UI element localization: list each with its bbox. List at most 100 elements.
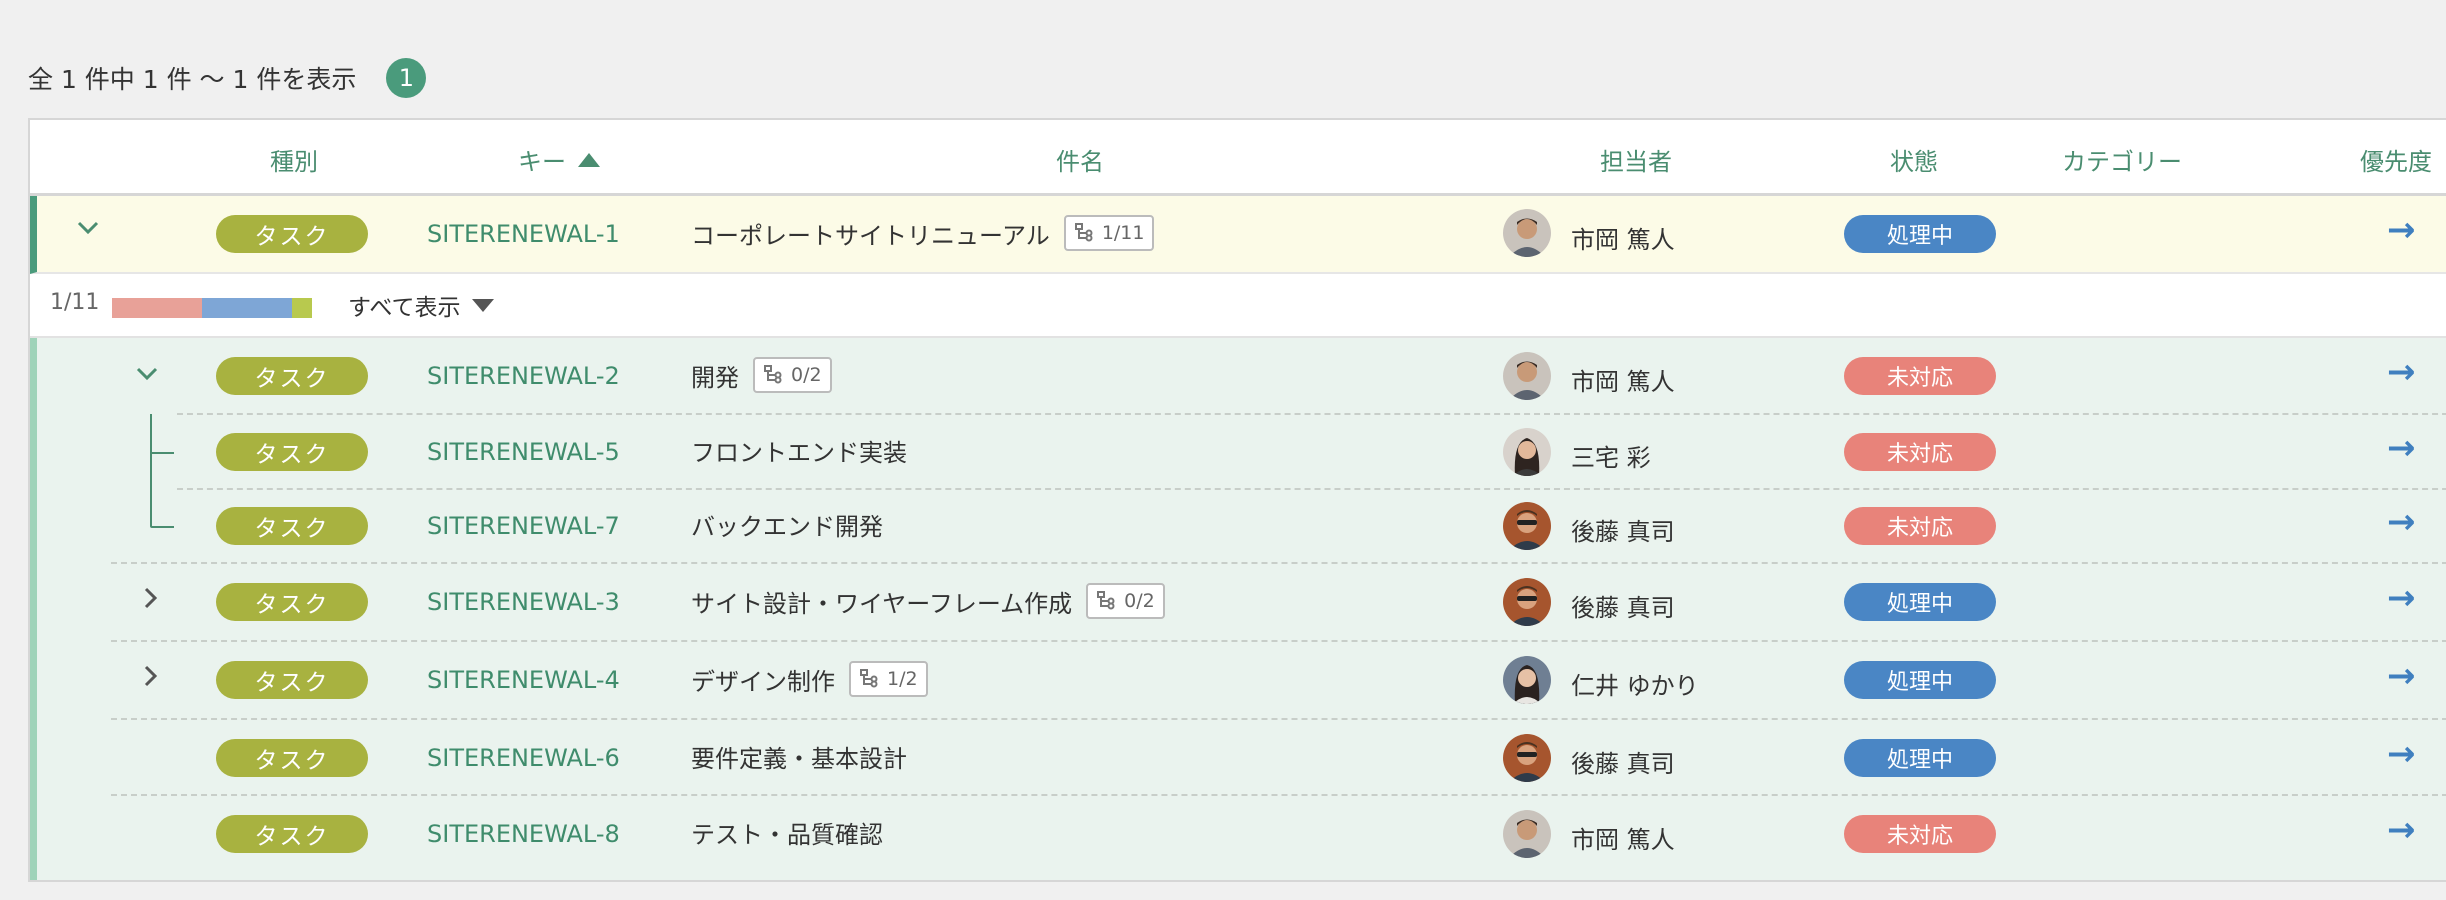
column-type[interactable]: 種別 — [270, 142, 318, 177]
chevron-down-icon[interactable] — [75, 214, 101, 247]
status-badge: 未対応 — [1844, 507, 1996, 545]
avatar — [1503, 352, 1551, 400]
subtask-count-chip[interactable]: 0/2 — [753, 357, 832, 393]
issue-subject-text: バックエンド開発 — [691, 513, 883, 541]
arrow-right-icon[interactable]: → — [2387, 428, 2416, 468]
issue-key-link[interactable]: SITERENEWAL-4 — [427, 666, 620, 694]
child-issue-row[interactable]: タスク SITERENEWAL-8 テスト・品質確認 市岡 篤人 未対応 → — [37, 796, 2446, 872]
issue-key-link[interactable]: SITERENEWAL-8 — [427, 820, 620, 848]
subtask-tree-icon — [860, 669, 878, 688]
column-status[interactable]: 状態 — [1890, 142, 1938, 177]
issue-subject[interactable]: バックエンド開発 — [691, 507, 883, 542]
status-badge: 処理中 — [1844, 739, 1996, 777]
assignee-name: 後藤 真司 — [1571, 518, 1675, 546]
issue-subject[interactable]: テスト・品質確認 — [691, 815, 883, 850]
table-header: 種別 キー 件名 担当者 状態 カテゴリー 優先度 — [30, 120, 2446, 196]
issue-type-badge: タスク — [216, 739, 368, 777]
issue-key-link[interactable]: SITERENEWAL-3 — [427, 588, 620, 616]
chevron-right-icon[interactable] — [137, 584, 163, 619]
status-badge: 未対応 — [1844, 433, 1996, 471]
status-badge: 処理中 — [1844, 215, 1996, 253]
arrow-right-icon[interactable]: → — [2387, 210, 2416, 250]
issue-subject[interactable]: 要件定義・基本設計 — [691, 739, 907, 774]
column-key[interactable]: キー — [518, 142, 600, 177]
result-summary: 全 1 件中 1 件 ～ 1 件を表示 1 — [28, 58, 427, 98]
child-issue-row[interactable]: タスク SITERENEWAL-7 バックエンド開発 後藤 真司 未対応 → — [37, 488, 2446, 564]
issue-key-link[interactable]: SITERENEWAL-7 — [427, 512, 620, 540]
subtask-progress-row: 1/11 すべて表示 — [30, 274, 2446, 338]
issue-key-link[interactable]: SITERENEWAL-6 — [427, 744, 620, 772]
subtask-count-chip[interactable]: 0/2 — [1086, 583, 1165, 619]
issue-subject-text: デザイン制作 — [691, 667, 835, 696]
issue-subject[interactable]: デザイン制作 1/2 — [691, 661, 928, 697]
result-count-text: 全 1 件中 1 件 ～ 1 件を表示 — [28, 65, 357, 94]
avatar — [1503, 734, 1551, 782]
assignee-name: 三宅 彩 — [1571, 444, 1651, 472]
child-issue-row[interactable]: タスク SITERENEWAL-2 開発 0/2 市岡 篤人 未対応 → — [37, 338, 2446, 415]
issue-type-badge: タスク — [216, 215, 368, 253]
arrow-right-icon[interactable]: → — [2387, 734, 2416, 774]
issue-subject-text: サイト設計・ワイヤーフレーム作成 — [691, 589, 1073, 618]
assignee-name: 仁井 ゆかり — [1571, 672, 1699, 700]
subtask-count-chip[interactable]: 1/2 — [849, 661, 928, 697]
avatar — [1503, 209, 1551, 257]
arrow-right-icon[interactable]: → — [2387, 656, 2416, 696]
issue-type-badge: タスク — [216, 357, 368, 395]
status-badge: 未対応 — [1844, 815, 1996, 853]
issue-subject[interactable]: 開発 0/2 — [691, 357, 832, 393]
assignee-name: 市岡 篤人 — [1571, 826, 1675, 854]
arrow-right-icon[interactable]: → — [2387, 502, 2416, 542]
issue-type-badge: タスク — [216, 507, 368, 545]
assignee-name: 後藤 真司 — [1571, 594, 1675, 622]
subtask-count-text: 1/2 — [887, 668, 918, 690]
issue-subject-text: テスト・品質確認 — [691, 821, 883, 849]
avatar — [1503, 656, 1551, 704]
triangle-down-icon — [472, 298, 495, 312]
result-count-badge: 1 — [386, 58, 427, 98]
issue-key-link[interactable]: SITERENEWAL-2 — [427, 362, 620, 390]
show-all-toggle[interactable]: すべて表示 — [348, 288, 495, 322]
subtask-count-chip[interactable]: 1/11 — [1063, 215, 1155, 251]
issue-subject[interactable]: サイト設計・ワイヤーフレーム作成 0/2 — [691, 583, 1165, 619]
arrow-right-icon[interactable]: → — [2387, 578, 2416, 618]
issue-subject[interactable]: コーポレートサイトリニューアル 1/11 — [691, 215, 1155, 251]
chevron-down-icon[interactable] — [134, 360, 160, 393]
issue-subject-text: 要件定義・基本設計 — [691, 745, 907, 773]
arrow-right-icon[interactable]: → — [2387, 352, 2416, 392]
issue-key-link[interactable]: SITERENEWAL-1 — [427, 220, 620, 248]
parent-issue-row[interactable]: タスク SITERENEWAL-1 コーポレートサイトリニューアル 1/11 市… — [30, 196, 2446, 274]
issue-type-badge: タスク — [216, 583, 368, 621]
column-category[interactable]: カテゴリー — [2062, 142, 2182, 177]
issue-subject-text: コーポレートサイトリニューアル — [691, 221, 1050, 250]
subtask-tree-icon — [764, 365, 782, 384]
child-issue-row[interactable]: タスク SITERENEWAL-3 サイト設計・ワイヤーフレーム作成 0/2 後… — [37, 564, 2446, 642]
subtask-count-text: 0/2 — [1124, 590, 1155, 612]
status-badge: 処理中 — [1844, 661, 1996, 699]
column-priority[interactable]: 優先度 — [2360, 142, 2432, 177]
assignee-name: 後藤 真司 — [1571, 750, 1675, 778]
assignee-name: 市岡 篤人 — [1571, 226, 1675, 254]
show-all-label: すべて表示 — [348, 295, 461, 321]
child-issue-row[interactable]: タスク SITERENEWAL-6 要件定義・基本設計 後藤 真司 処理中 → — [37, 720, 2446, 796]
subtask-tree-icon — [1074, 223, 1093, 242]
issue-table: 種別 キー 件名 担当者 状態 カテゴリー 優先度 タスク SITERENEWA… — [28, 118, 2446, 882]
issue-subject[interactable]: フロントエンド実装 — [691, 433, 907, 468]
subtask-count-text: 0/2 — [791, 364, 822, 386]
progress-segment-resolved — [292, 298, 312, 318]
child-issue-list: タスク SITERENEWAL-2 開発 0/2 市岡 篤人 未対応 → タスク… — [30, 338, 2446, 880]
child-issue-row[interactable]: タスク SITERENEWAL-5 フロントエンド実装 三宅 彩 未対応 → — [37, 414, 2446, 490]
assignee-name: 市岡 篤人 — [1571, 368, 1675, 396]
child-issue-row[interactable]: タスク SITERENEWAL-4 デザイン制作 1/2 仁井 ゆかり 処理中 … — [37, 642, 2446, 720]
progress-label: 1/11 — [50, 290, 100, 315]
column-subject[interactable]: 件名 — [1056, 142, 1104, 177]
progress-bar — [112, 298, 312, 318]
issue-subject-text: フロントエンド実装 — [691, 439, 907, 467]
avatar — [1503, 578, 1551, 626]
arrow-right-icon[interactable]: → — [2387, 810, 2416, 850]
chevron-right-icon[interactable] — [137, 662, 163, 697]
subtask-tree-icon — [1097, 591, 1115, 610]
column-assignee[interactable]: 担当者 — [1600, 142, 1672, 177]
issue-key-link[interactable]: SITERENEWAL-5 — [427, 438, 620, 466]
avatar — [1503, 810, 1551, 858]
column-key-label: キー — [518, 148, 566, 176]
